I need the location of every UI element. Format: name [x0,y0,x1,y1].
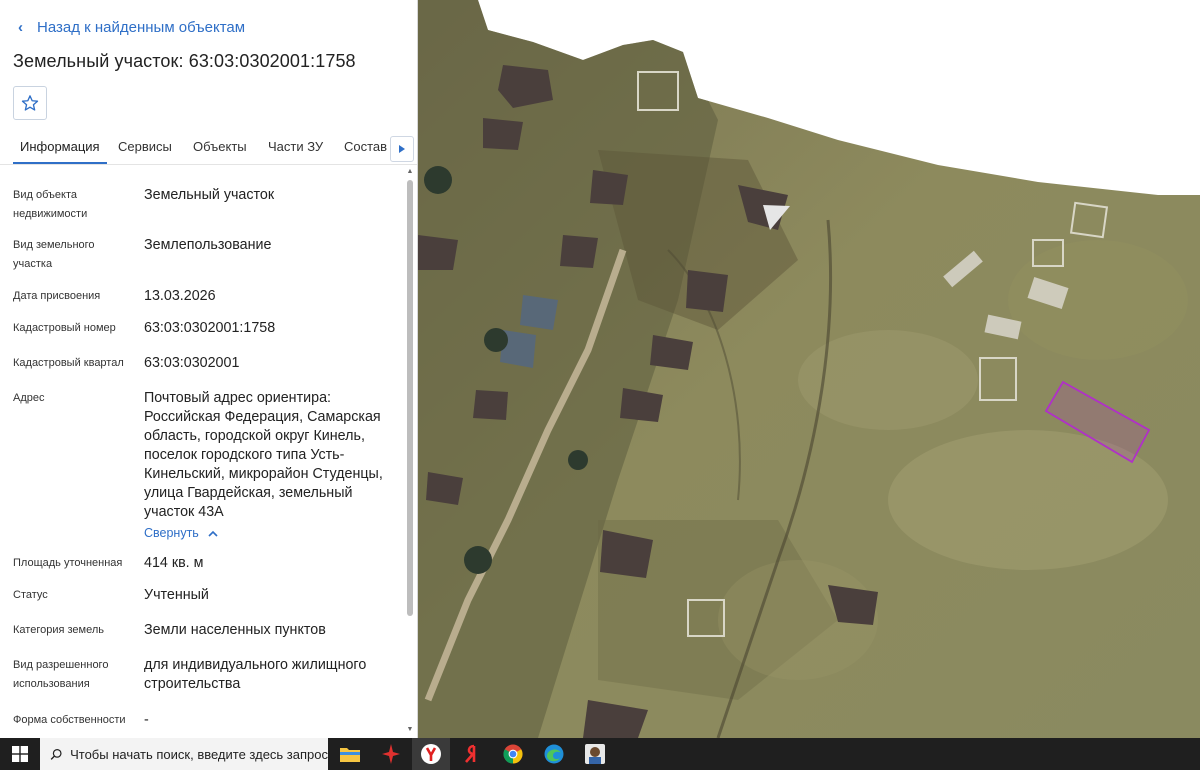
chrome-taskbar-button[interactable] [494,738,532,770]
attribute-label: Форма собственности [13,714,126,726]
attribute-label: Статус [13,589,48,601]
area-value: 414 кв. м [144,555,204,571]
tab-bar: Информация Сервисы Объекты Части ЗУ Сост… [0,132,417,165]
avatar-app-icon [585,744,605,764]
address-text: Почтовый адрес ориентира: Российская Фед… [144,390,383,520]
attribute-label: Кадастровый квартал [13,357,124,369]
address-value: Почтовый адрес ориентира: Российская Фед… [144,389,394,543]
folder-icon [340,748,360,762]
red-app-taskbar-button[interactable] [372,738,410,770]
chevron-left-icon: ‹ [18,18,23,36]
permitted-use-value: для индивидуального жилищного строительс… [144,657,367,692]
info-panel: ‹ Назад к найденным объектам Земельный у… [0,0,418,738]
yandex-browser-taskbar-button[interactable] [412,738,450,770]
yandex-taskbar-button[interactable] [452,738,490,770]
edge-taskbar-button[interactable] [535,738,573,770]
red-cross-app-icon [382,744,400,764]
cadastral-quarter-value: 63:03:0302001 [144,355,240,371]
attribute-label: Кадастровый номер [13,322,116,334]
collapse-link[interactable]: Свернуть [144,524,219,543]
attribute-label: Категория земель [13,624,104,636]
search-icon [50,748,62,760]
windows-logo-icon [12,746,28,762]
ownership-value: - [144,712,149,728]
taskbar-search-box[interactable]: Чтобы начать поиск, введите здесь запрос [40,738,328,770]
attribute-label: Вид земельного участка [13,239,95,270]
attribute-list: Вид объекта недвижимости Земельный участ… [0,166,403,738]
map-canvas[interactable] [418,0,1200,738]
attribute-label: Площадь уточненная [13,557,123,569]
cadastral-number-value: 63:03:0302001:1758 [144,320,276,336]
tab-objects[interactable]: Объекты [193,132,247,162]
land-category-value: Земли населенных пунктов [144,622,326,638]
avatar-app-taskbar-button[interactable] [576,738,614,770]
attribute-label: Дата присвоения [13,290,101,302]
caret-right-icon [399,145,405,153]
tab-services[interactable]: Сервисы [118,132,172,162]
scroll-up-arrow-icon[interactable]: ▲ [406,168,414,176]
page-title: Земельный участок: 63:03:0302001:1758 [13,51,356,71]
attribute-value: Землепользование [144,237,272,253]
windows-taskbar: Чтобы начать поиск, введите здесь запрос [0,738,1200,770]
search-placeholder: Чтобы начать поиск, введите здесь запрос [70,746,328,762]
attribute-value: 13.03.2026 [144,288,216,304]
back-link-label: Назад к найденным объектам [37,18,246,36]
attribute-value: Земельный участок [144,187,275,203]
collapse-label: Свернуть [144,526,199,540]
edge-icon [544,744,564,764]
attribute-label: Вид разрешенного использования [13,659,109,690]
tab-composition[interactable]: Состав [344,132,387,162]
chrome-icon [503,744,523,764]
tab-land-parts[interactable]: Части ЗУ [268,132,323,162]
panel-scrollbar[interactable]: ▲ ▼ [405,168,415,734]
yandex-icon [465,744,476,763]
favorite-button[interactable] [13,86,47,120]
satellite-map[interactable] [418,0,1200,738]
tab-information[interactable]: Информация [13,132,107,164]
back-to-results-link[interactable]: ‹ Назад к найденным объектам [18,17,245,37]
file-explorer-taskbar-button[interactable] [331,738,369,770]
scroll-down-arrow-icon[interactable]: ▼ [406,726,414,734]
chevron-up-icon [208,530,218,537]
yandex-browser-icon [421,744,441,764]
attribute-label: Вид объекта недвижимости [13,189,88,220]
star-icon [21,95,39,111]
tabs-scroll-right-button[interactable] [390,136,414,162]
scroll-thumb[interactable] [407,180,413,616]
start-button[interactable] [0,738,40,770]
attribute-label: Адрес [13,392,45,404]
status-value: Учтенный [144,587,209,603]
